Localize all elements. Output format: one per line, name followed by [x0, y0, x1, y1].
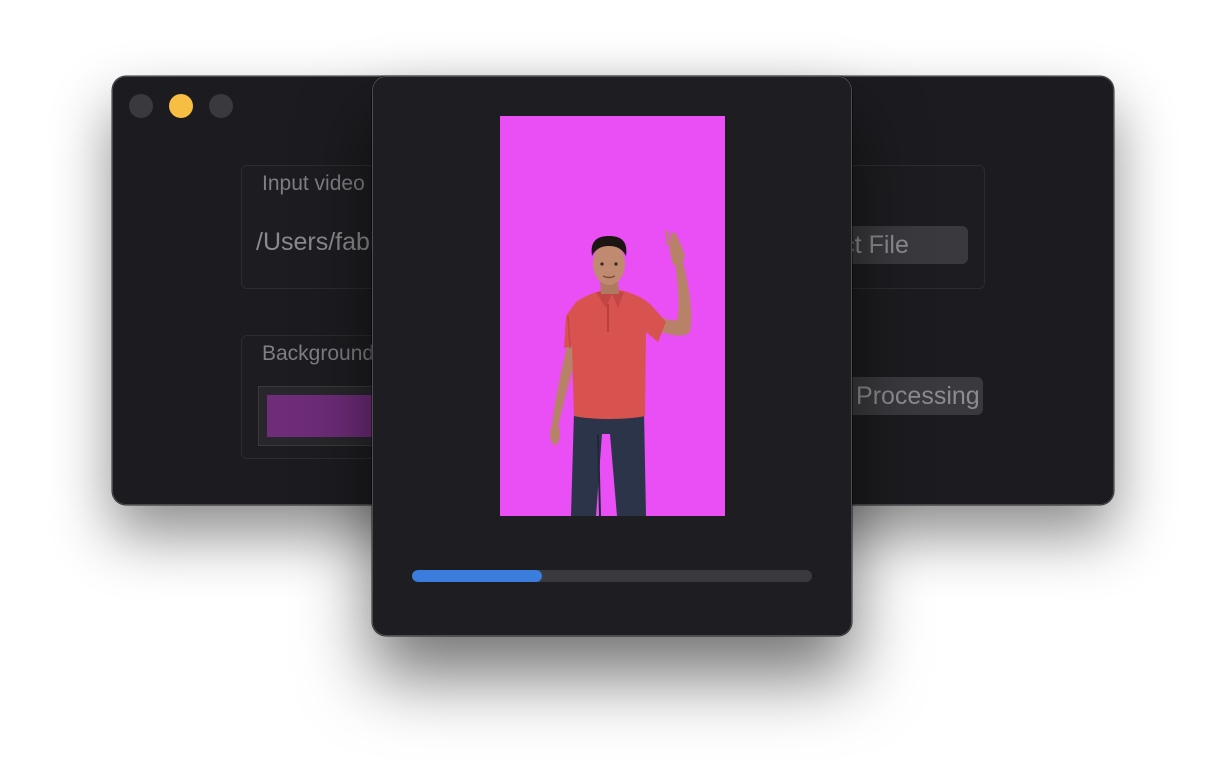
window-controls	[129, 94, 233, 118]
processing-progress-bar	[412, 570, 812, 582]
close-window-button[interactable]	[129, 94, 153, 118]
zoom-window-button[interactable]	[209, 94, 233, 118]
input-video-title: Input video	[262, 172, 365, 195]
desktop-stage: Input video /Users/fabio/Desktop/video.m…	[0, 0, 1224, 784]
person-figure	[550, 230, 692, 516]
minimize-window-button[interactable]	[169, 94, 193, 118]
progress-fill	[412, 570, 542, 582]
preview-window	[372, 76, 852, 636]
video-preview	[500, 116, 725, 516]
